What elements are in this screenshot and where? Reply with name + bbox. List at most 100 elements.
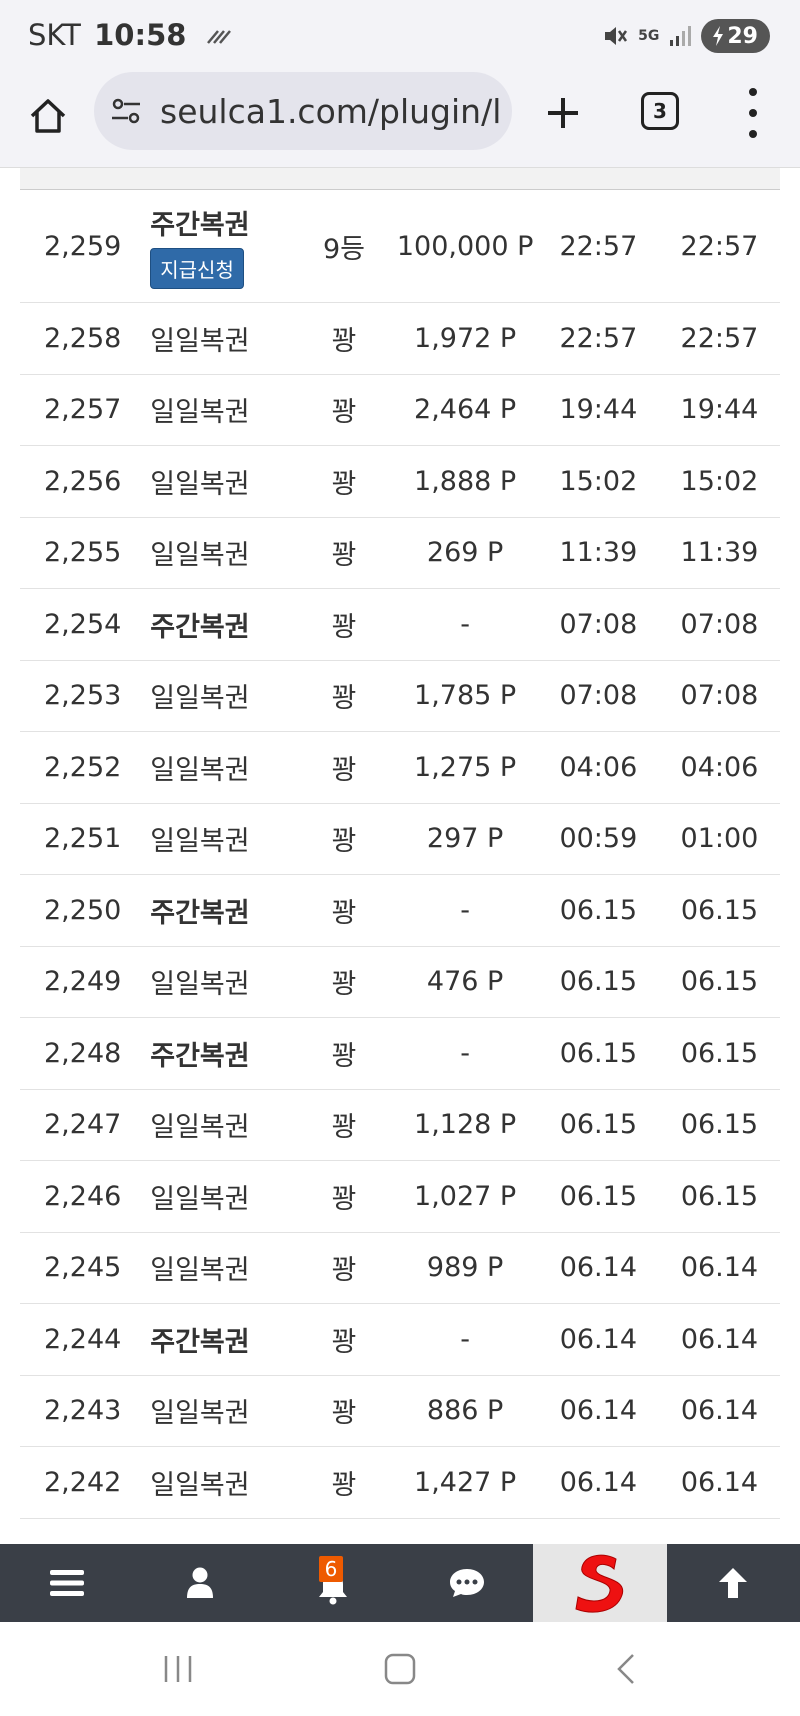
lottery-history-table: 2,259 주간복권 지급신청 9등 100,000 P 22:57 22:57 2,258 일…: [20, 168, 780, 1544]
apply-payout-button[interactable]: 지급신청: [150, 248, 244, 289]
table-row: 2,242 일일복권 꽝 1,427 P 06.14 06.14: [20, 1447, 780, 1519]
table-body: 2,259 주간복권 지급신청 9등 100,000 P 22:57 22:57 2,258 일…: [20, 190, 780, 1519]
lottery-type-cell: 일일복권: [20, 533, 296, 572]
nav-chat-button[interactable]: [400, 1544, 533, 1622]
lottery-type: 주간복권: [150, 611, 250, 643]
time-checked: 15:02: [680, 465, 759, 497]
time-drawn: 07:08: [559, 608, 638, 640]
prize: 476 P: [426, 966, 504, 998]
table-row: 2,255 일일복권 꽝 269 P 11:39 11:39: [20, 518, 780, 589]
result: 꽝: [331, 1040, 357, 1072]
lottery-type: 일일복권: [150, 468, 250, 500]
site-logo-button[interactable]: [533, 1544, 667, 1622]
table-header: [20, 168, 780, 190]
prize: 1,128 P: [414, 1109, 517, 1141]
time-checked: 06.14: [680, 1395, 759, 1427]
lottery-type-cell: 일일복권: [20, 819, 296, 858]
lottery-type: 일일복권: [150, 754, 250, 786]
menu-dot: [749, 130, 757, 138]
prize: 100,000 P: [396, 230, 534, 262]
address-bar[interactable]: seulca1.com/plugin/lott: [94, 72, 512, 150]
table-row: 2,243 일일복권 꽝 886 P 06.14 06.14: [20, 1376, 780, 1447]
prize: 2,464 P: [414, 394, 517, 426]
lottery-type-cell: 주간복권: [20, 891, 296, 930]
network-type: 5G: [638, 28, 660, 44]
time-drawn: 06.15: [559, 1109, 637, 1141]
home-square-icon: [384, 1653, 416, 1685]
result: 꽝: [331, 969, 357, 1001]
browser-toolbar: seulca1.com/plugin/lott 3: [0, 72, 800, 168]
clock: 10:58: [94, 18, 187, 52]
home-icon: [30, 99, 66, 133]
bottom-nav: 6: [0, 1544, 800, 1622]
menu-icon: [49, 1570, 84, 1596]
site-settings-icon[interactable]: [108, 93, 144, 129]
table-row: 2,247 일일복권 꽝 1,128 P 06.15 06.15: [20, 1090, 780, 1161]
result: 꽝: [331, 468, 357, 500]
url-text[interactable]: seulca1.com/plugin/lott: [160, 92, 500, 131]
lottery-type-cell: 일일복권: [20, 462, 296, 501]
table-row: 2,246 일일복권 꽝 1,027 P 06.15 06.15: [20, 1161, 780, 1233]
prize: 989 P: [426, 1252, 504, 1284]
menu-dot: [749, 109, 757, 117]
result: 꽝: [331, 683, 357, 715]
new-tab-button[interactable]: [536, 86, 590, 140]
time-drawn: 11:39: [559, 537, 638, 569]
lottery-type: 주간복권: [150, 897, 250, 929]
prize: 886 P: [426, 1395, 504, 1427]
time-drawn: 00:59: [559, 823, 638, 855]
table-row: 2,256 일일복권 꽝 1,888 P 15:02 15:02: [20, 446, 780, 518]
time-drawn: 04:06: [559, 751, 638, 783]
lottery-type-cell: 일일복권: [20, 1463, 296, 1502]
chat-icon: [449, 1569, 484, 1597]
lottery-type: 일일복권: [150, 826, 250, 858]
result: 꽝: [331, 1112, 357, 1144]
lottery-type: 일일복권: [150, 1255, 250, 1287]
time-checked: 06.15: [680, 966, 759, 998]
back-button[interactable]: [596, 1646, 656, 1692]
nav-user-button[interactable]: [133, 1544, 266, 1622]
time-checked: 22:57: [680, 230, 759, 262]
browser-menu-button[interactable]: [738, 88, 768, 138]
prize: 1,027 P: [414, 1180, 517, 1212]
table-row: 2,252 일일복권 꽝 1,275 P 04:06 04:06: [20, 732, 780, 804]
result: 꽝: [331, 540, 357, 572]
prize: 1,427 P: [414, 1466, 517, 1498]
recent-apps-button[interactable]: [148, 1646, 208, 1692]
status-bar: SKT 10:58 5G 29: [0, 0, 800, 72]
lottery-type: 주간복권: [150, 210, 250, 241]
home-button[interactable]: [22, 90, 74, 142]
prize: 1,785 P: [414, 680, 517, 712]
time-drawn: 06.14: [559, 1323, 637, 1355]
time-checked: 07:08: [680, 608, 759, 640]
prize: 1,972 P: [414, 322, 517, 354]
table-row: 2,259 주간복권 지급신청 9등 100,000 P 22:57 22:57: [20, 190, 780, 303]
nav-notifications-button[interactable]: 6: [267, 1544, 400, 1622]
lottery-type: 일일복권: [150, 325, 250, 357]
home-nav-button[interactable]: [370, 1646, 430, 1692]
time-drawn: 06.15: [559, 966, 637, 998]
table-row: 2,249 일일복권 꽝 476 P 06.15 06.15: [20, 947, 780, 1018]
table-row: 2,253 일일복권 꽝 1,785 P 07:08 07:08: [20, 661, 780, 732]
scroll-top-button[interactable]: [667, 1544, 800, 1622]
lottery-type: 주간복권: [150, 1326, 250, 1358]
time-drawn: 06.15: [559, 1180, 637, 1212]
prize: 1,888 P: [414, 465, 517, 497]
table-row: 2,245 일일복권 꽝 989 P 06.14 06.14: [20, 1233, 780, 1304]
lottery-type-cell: 주간복권지급신청: [20, 203, 296, 289]
system-navigation: [0, 1622, 800, 1716]
prize: -: [460, 1037, 470, 1069]
tab-switcher-button[interactable]: 3: [641, 92, 679, 130]
lottery-type-cell: 일일복권: [20, 676, 296, 715]
time-checked: 11:39: [680, 537, 759, 569]
lottery-type-cell: 주간복권: [20, 1034, 296, 1073]
plus-icon: [548, 98, 578, 128]
battery-indicator: 29: [701, 19, 770, 53]
prize: -: [460, 894, 470, 926]
time-checked: 04:06: [680, 751, 759, 783]
nav-menu-button[interactable]: [0, 1544, 133, 1622]
time-drawn: 15:02: [559, 465, 638, 497]
time-drawn: 06.15: [559, 894, 637, 926]
time-drawn: 06.14: [559, 1252, 637, 1284]
time-checked: 22:57: [680, 322, 759, 354]
